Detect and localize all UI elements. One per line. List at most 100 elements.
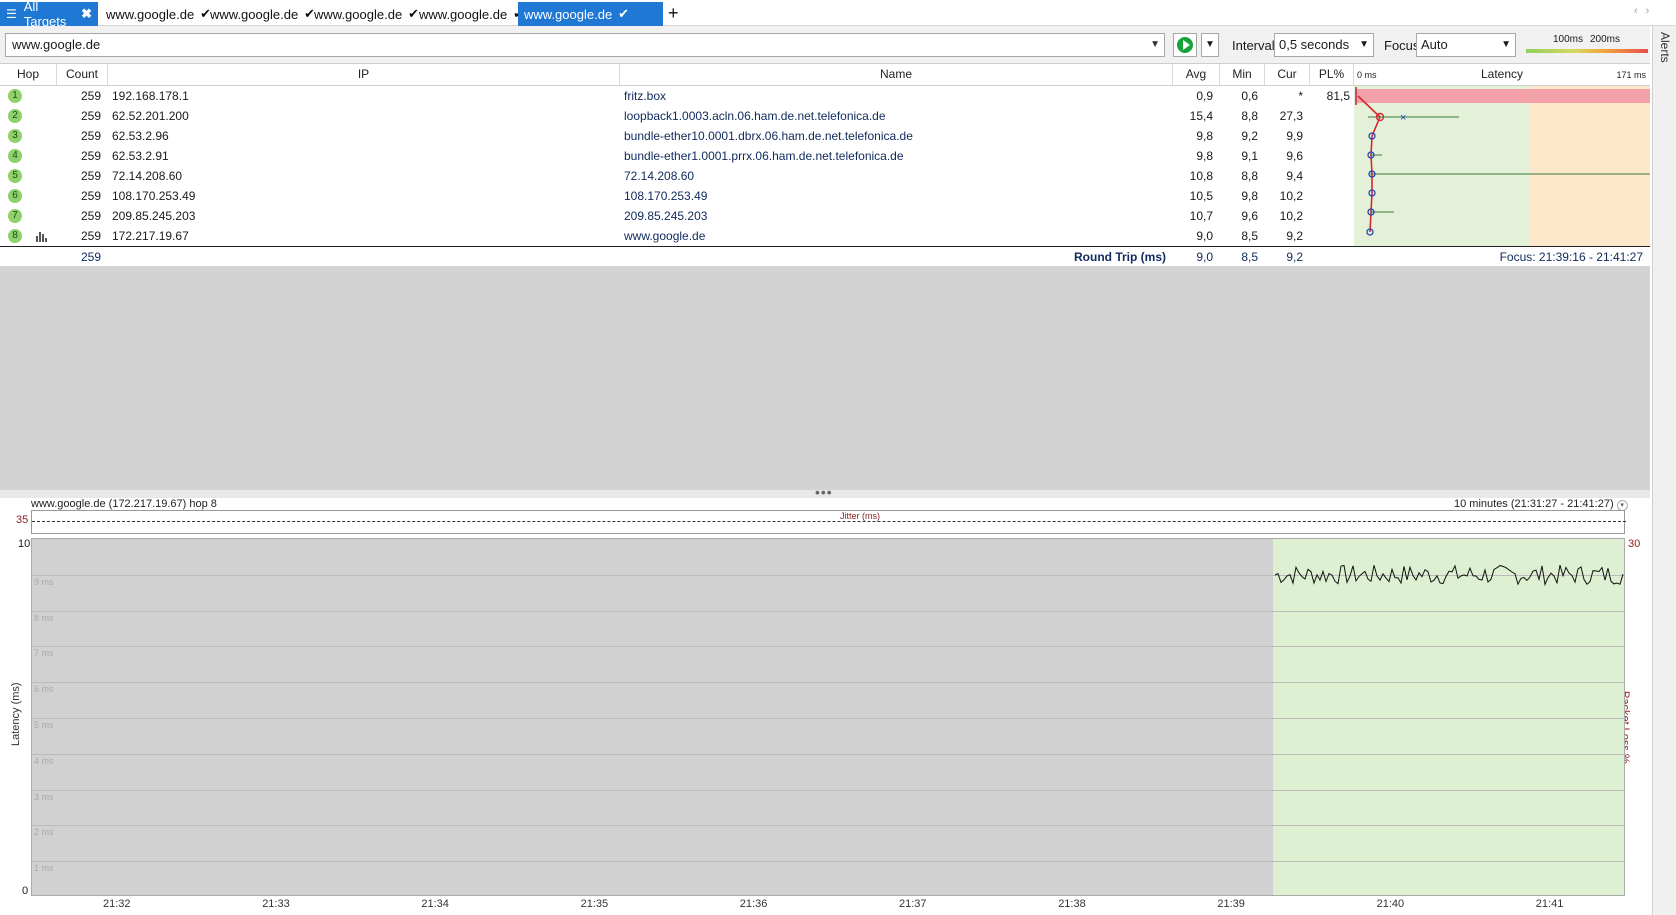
cell-name: 108.170.253.49 [624,189,708,203]
cell-cur: 9,6 [1286,149,1303,163]
target-input[interactable]: www.google.de ▼ [5,33,1165,57]
menu-icon: ☰ [6,7,17,21]
cell-cur: * [1298,89,1303,103]
cell-min: 0,6 [1241,89,1258,103]
y-axis-title: Latency (ms) [10,682,22,746]
cell-avg: 9,8 [1196,129,1213,143]
cell-cur: 10,2 [1279,209,1303,223]
add-tab-icon[interactable]: + [668,2,679,26]
col-hop[interactable]: Hop [0,64,57,86]
cell-count: 259 [80,89,101,103]
tab-target[interactable]: www.google.de✔ [308,2,425,26]
panel-splitter[interactable]: ••• [0,484,1650,500]
y-axis-max: 10 [18,538,31,550]
focus-select[interactable]: Auto ▼ [1416,33,1516,57]
x-tick-label: 21:36 [739,898,768,910]
cell-name: www.google.de [624,229,706,243]
latency-scale-legend: 100ms 200ms [1526,32,1648,58]
jitter-max-label: 35 [16,514,29,526]
col-min[interactable]: Min [1220,64,1265,86]
col-latency[interactable]: 0 ms Latency 171 ms [1354,64,1650,86]
hop-badge: 8 [8,229,22,243]
x-tick-label: 21:39 [1217,898,1245,910]
tab-all-targets[interactable]: ☰ All Targets ✖ [0,0,98,29]
graph-title: www.google.de (172.217.19.67) hop 8 [31,498,217,510]
cell-ip: 172.217.19.67 [112,229,189,243]
chevron-down-icon[interactable]: ▼ [1150,34,1160,56]
hop-badge: 1 [8,89,22,103]
cell-pl: 81,5 [1326,89,1350,103]
table-row[interactable]: 4 259 62.53.2.91 bundle-ether1.0001.prrx.06… [0,146,1354,166]
cell-avg: 10,8 [1189,169,1213,183]
cell-count: 259 [80,169,101,183]
empty-panel [0,266,1650,490]
tab-label: www.google.de [106,6,195,22]
cell-min: 8,8 [1241,169,1258,183]
table-row[interactable]: 1 259 192.168.178.1 fritz.box 0,9 0,6 * 81,5 [0,86,1354,106]
tab-target[interactable]: www.google.de✔ [413,2,530,26]
jitter-chart: Jitter (ms) [31,510,1626,534]
cell-avg: 10,7 [1189,209,1213,223]
tab-target[interactable]: www.google.de✔ [100,2,217,26]
x-tick-label: 21:41 [1535,898,1564,910]
col-ip[interactable]: IP [108,64,620,86]
cell-min: 9,8 [1241,189,1258,203]
latency-header-label: Latency [1480,67,1524,81]
cell-name: 209.85.245.203 [624,209,708,223]
col-cur[interactable]: Cur [1265,64,1310,86]
table-row[interactable]: 2 259 62.52.201.200 loopback1.0003.acln.06.… [0,106,1354,126]
col-avg[interactable]: Avg [1173,64,1220,86]
interval-select[interactable]: 0,5 seconds ▼ [1274,33,1374,57]
tab-target-active[interactable]: www.google.de ✔ [518,2,663,26]
col-count[interactable]: Count [57,64,108,86]
close-icon[interactable]: ✖ [81,6,92,22]
trace-options-dropdown[interactable]: ▼ [1201,33,1219,57]
packet-loss-bar [1356,89,1650,103]
cell-pl [1310,126,1350,146]
cell-min: 8,8 [1241,109,1258,123]
hop-badge: 3 [8,129,22,143]
latency-min-label: 0 ms [1357,70,1377,80]
toolbar: www.google.de ▼ ▼ Interval 0,5 seconds ▼… [0,26,1650,64]
cell-pl [1310,186,1350,206]
cell-ip: 62.53.2.91 [112,149,169,163]
tab-target[interactable]: www.google.de✔ [204,2,321,26]
cell-min: 8,5 [1241,229,1258,243]
x-tick-label: 21:37 [899,898,927,910]
tab-scroll-arrows[interactable]: ‹› [1634,5,1657,17]
table-header: Hop Count IP Name Avg Min Cur PL% 0 ms L… [0,64,1650,86]
tab-label: www.google.de [524,6,613,22]
x-tick-label: 21:33 [262,898,290,910]
cell-cur: 9,9 [1286,129,1303,143]
x-tick-label: 21:34 [421,898,449,910]
x-tick-label: 21:32 [103,898,131,910]
latency-plot: × [1355,87,1650,236]
latency-line [1274,564,1624,587]
table-row[interactable]: 6 259 108.170.253.49 108.170.253.49 10,5 9,8 1… [0,186,1354,206]
chevron-down-icon: ▼ [1359,39,1369,50]
bar-chart-icon[interactable] [36,232,48,242]
alerts-sidebar[interactable]: Alerts [1652,26,1676,915]
chevron-down-icon: ▼ [1501,39,1511,50]
cell-name: bundle-ether1.0001.prrx.06.ham.de.net.te… [624,149,904,163]
table-row[interactable]: 7 259 209.85.245.203 209.85.245.203 10,7 9,6 1… [0,206,1354,226]
table-row[interactable]: 8 259 172.217.19.67 www.google.de 9,0 8,5 9,2 [0,226,1354,246]
cell-pl [1310,146,1350,166]
table-row[interactable]: 5 259 72.14.208.60 72.14.208.60 10,8 8,8 9,4 [0,166,1354,186]
target-value: www.google.de [12,37,101,52]
cell-avg: 10,5 [1189,189,1213,203]
cell-name: loopback1.0003.acln.06.ham.de.net.telefo… [624,109,886,123]
hop-badge: 5 [8,169,22,183]
scale-gradient-bar [1526,49,1648,53]
cell-ip: 192.168.178.1 [112,89,189,103]
cell-count: 259 [80,149,101,163]
col-pl[interactable]: PL% [1310,64,1354,86]
rt-min: 8,5 [1241,250,1258,264]
start-trace-button[interactable] [1173,33,1197,57]
col-name[interactable]: Name [620,64,1173,86]
latency-plot-area[interactable]: 9 ms 8 ms 7 ms 6 ms 5 ms 4 ms 3 ms 2 ms 1 ms [31,538,1625,896]
cell-count: 259 [80,229,101,243]
table-row[interactable]: 3 259 62.53.2.96 bundle-ether10.0001.dbrx.0… [0,126,1354,146]
play-icon [1177,37,1193,53]
cell-avg: 15,4 [1189,109,1213,123]
